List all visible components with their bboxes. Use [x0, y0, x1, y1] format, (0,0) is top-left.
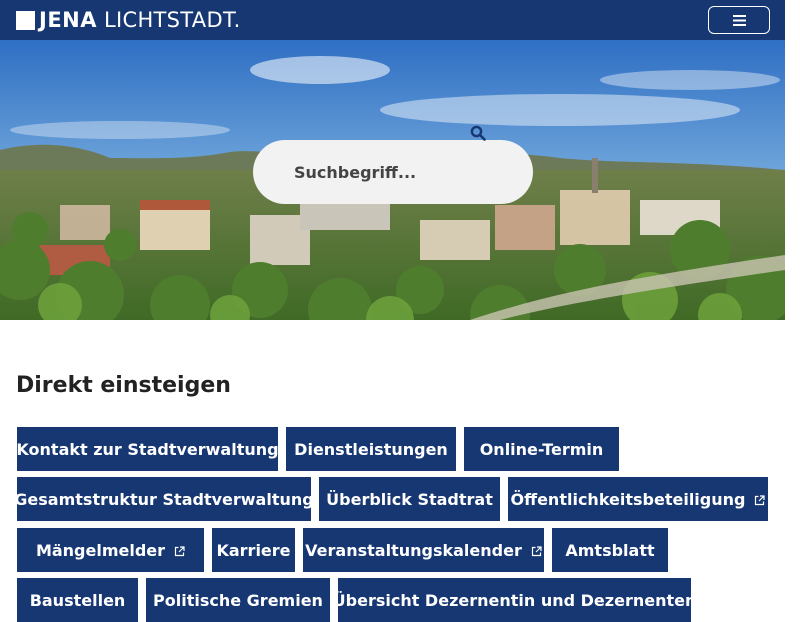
- quick-link-button[interactable]: Karriere: [212, 528, 295, 572]
- search-icon[interactable]: [470, 125, 486, 141]
- external-link-icon: [755, 494, 766, 505]
- hamburger-icon: [732, 14, 746, 26]
- hero-image: [0, 40, 785, 320]
- external-link-icon: [531, 545, 542, 556]
- quick-link-button[interactable]: Politische Gremien: [146, 578, 330, 622]
- quick-link-button[interactable]: Öffentlichkeitsbeteiligung: [508, 477, 768, 521]
- logo-text-light: LICHTSTADT.: [104, 8, 241, 32]
- quick-link-label: Amtsblatt: [565, 540, 655, 560]
- quick-link-label: Dienstleistungen: [294, 439, 448, 459]
- quick-link-label: Mängelmelder: [35, 540, 166, 560]
- quick-link-button[interactable]: Mängelmelder: [17, 528, 204, 572]
- quick-link-button[interactable]: Überblick Stadtrat: [319, 477, 500, 521]
- quick-link-label: Online-Termin: [479, 439, 604, 459]
- quick-link-label: Überblick Stadtrat: [326, 489, 493, 509]
- quick-link-button[interactable]: Veranstaltungskalender: [303, 528, 544, 572]
- quick-link-button[interactable]: Übersicht Dezernentin und Dezernenten: [333, 578, 696, 622]
- quick-link-label: Kontakt zur Stadtverwaltung: [16, 439, 279, 459]
- quick-link-button[interactable]: Kontakt zur Stadtverwaltung: [16, 427, 279, 471]
- logo-text-bold: JENA: [39, 8, 97, 32]
- quick-link-label: Gesamtstruktur Stadtverwaltung: [14, 489, 314, 509]
- quick-link-label: Veranstaltungskalender: [305, 540, 522, 560]
- quick-link-button[interactable]: Amtsblatt: [552, 528, 668, 572]
- quick-link-button[interactable]: Dienstleistungen: [286, 427, 456, 471]
- quick-link-label: Karriere: [216, 540, 291, 560]
- quick-link-button[interactable]: Gesamtstruktur Stadtverwaltung: [14, 477, 314, 521]
- site-logo[interactable]: JENA LICHTSTADT.: [16, 8, 241, 32]
- quick-link-label: Baustellen: [29, 590, 126, 610]
- section-title: Direkt einsteigen: [16, 373, 231, 398]
- quick-link-label: Öffentlichkeitsbeteiligung: [510, 489, 746, 509]
- site-header: JENA LICHTSTADT.: [0, 0, 785, 40]
- search-bar: [253, 140, 533, 204]
- quick-link-label: Politische Gremien: [153, 590, 323, 610]
- menu-button[interactable]: [708, 6, 770, 34]
- search-input[interactable]: [294, 162, 464, 182]
- quick-link-button[interactable]: Baustellen: [17, 578, 138, 622]
- logo-square-icon: [16, 10, 35, 30]
- quick-link-button[interactable]: Online-Termin: [464, 427, 619, 471]
- external-link-icon: [174, 545, 185, 556]
- quick-link-label: Übersicht Dezernentin und Dezernenten: [332, 590, 697, 610]
